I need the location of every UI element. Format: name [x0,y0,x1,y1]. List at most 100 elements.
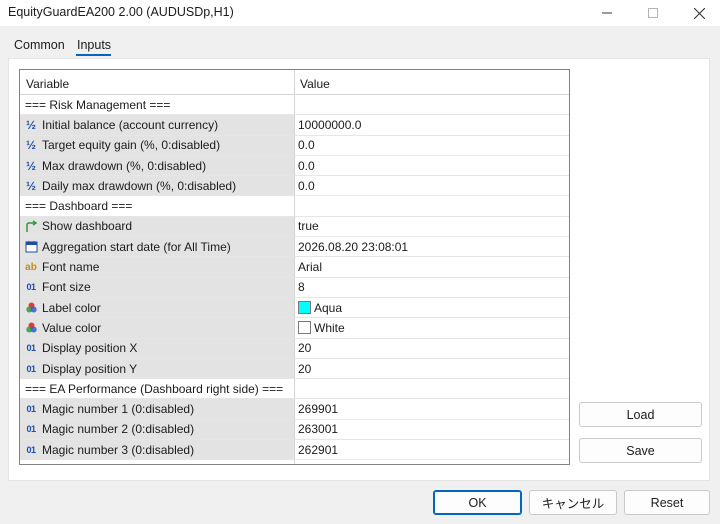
parameter-row[interactable]: ½ Target equity gain (%, 0:disabled) 0.0 [20,135,569,156]
fraction-icon: ½ [25,178,36,193]
value-text: true [298,219,319,234]
parameter-row[interactable]: 01 Display position X 20 [20,338,569,359]
value-cell[interactable]: 262901 [295,440,569,459]
value-text: 10000000.0 [298,117,362,132]
ok-button[interactable]: OK [433,490,522,515]
variable-label: Font name [42,260,100,275]
value-cell[interactable]: true [295,217,569,236]
parameter-row[interactable]: ½ Max drawdown (%, 0:disabled) 0.0 [20,155,569,177]
variable-label: Display position X [42,341,138,356]
variable-cell[interactable]: 01 Font size [20,277,294,297]
variable-label: === EA Performance (Dashboard right side… [25,381,284,396]
parameter-row[interactable]: Aggregation start date (for All Time) 202… [20,237,569,258]
title-bar[interactable]: EquityGuardEA200 2.00 (AUDUSDp,H1) [0,0,720,26]
parameter-row[interactable]: Label color Aqua [20,297,569,319]
parameter-row[interactable]: ½ Initial balance (account currency) 10000… [20,115,569,136]
header-value[interactable]: Value [300,77,330,91]
color-icon [24,301,38,315]
integer-icon: 01 [26,444,36,455]
minimize-button[interactable] [584,0,630,26]
value-text: 2026.08.20 23:08:01 [298,239,409,254]
variable-label: Display position Y [42,361,138,376]
value-cell[interactable]: 0.0 [295,156,569,175]
close-button[interactable] [676,0,720,26]
value-text: 0.0 [298,158,315,173]
value-cell[interactable]: 269901 [295,399,569,418]
variable-label: Max drawdown (%, 0:disabled) [42,158,207,173]
cancel-button[interactable]: キャンセル [529,490,617,515]
variable-cell[interactable]: ab Font name [20,257,294,277]
variable-cell[interactable]: === EA Performance (Dashboard right side… [20,379,294,398]
value-cell[interactable]: White [295,318,569,337]
reset-button[interactable]: Reset [624,490,710,515]
variable-cell[interactable]: Label color [20,297,294,318]
calendar-icon [24,240,38,254]
load-button[interactable]: Load [579,402,702,427]
parameter-row[interactable]: 01 Font size 8 [20,277,569,298]
string-ab-icon: ab [25,261,37,273]
value-text: 0.0 [298,138,315,153]
value-text: 20 [298,361,312,376]
fraction-icon: ½ [25,117,36,132]
color-swatch [298,301,311,315]
window-title: EquityGuardEA200 2.00 (AUDUSDp,H1) [8,5,234,19]
value-text: Arial [298,260,323,275]
fraction-icon: ½ [25,138,36,153]
variable-cell[interactable]: ½ Max drawdown (%, 0:disabled) [20,155,294,176]
value-cell[interactable]: 0.0 [295,176,569,195]
parameter-row[interactable]: Show dashboard true [20,216,569,238]
value-text: 269901 [298,402,339,417]
value-cell[interactable]: 263001 [295,420,569,439]
value-text: 20 [298,341,312,356]
header-variable[interactable]: Variable [26,77,69,91]
variable-cell[interactable]: Show dashboard [20,216,294,237]
variable-label: Label color [42,300,101,315]
save-button[interactable]: Save [579,438,702,463]
parameter-row[interactable]: ab Font name Arial [20,257,569,278]
variable-cell[interactable]: ½ Target equity gain (%, 0:disabled) [20,135,294,155]
close-icon [693,7,705,19]
parameter-row[interactable]: 01 Display position Y 20 [20,358,569,380]
value-text: 263001 [298,422,339,437]
variable-cell[interactable]: === Risk Management === [20,95,294,114]
variable-label: Initial balance (account currency) [42,117,219,132]
parameter-row[interactable]: 01 Magic number 1 (0:disabled) 269901 [20,399,569,420]
variable-label: Target equity gain (%, 0:disabled) [42,138,221,153]
section-row[interactable]: === Risk Management === [20,95,569,116]
value-cell[interactable] [295,196,569,215]
value-cell[interactable]: 20 [295,359,569,378]
value-cell[interactable]: 0.0 [295,136,569,155]
variable-cell[interactable]: Value color [20,318,294,338]
value-cell[interactable]: 8 [295,278,569,297]
integer-icon: 01 [26,424,36,435]
parameter-row[interactable]: Value color White [20,318,569,339]
value-cell[interactable] [295,379,569,398]
variable-cell[interactable]: 01 Magic number 2 (0:disabled) [20,419,294,440]
boolean-arrow-icon [24,219,38,233]
variable-cell[interactable]: Aggregation start date (for All Time) [20,237,294,257]
parameter-row[interactable]: ½ Daily max drawdown (%, 0:disabled) 0.0 [20,176,569,197]
value-cell[interactable]: 2026.08.20 23:08:01 [295,237,569,256]
section-row[interactable]: === Dashboard === [20,196,569,217]
variable-cell[interactable]: 01 Display position Y [20,358,294,379]
value-cell[interactable]: Arial [295,257,569,276]
value-cell[interactable]: 10000000.0 [295,115,569,134]
parameter-row[interactable]: 01 Magic number 2 (0:disabled) 263001 [20,419,569,441]
section-row[interactable]: === EA Performance (Dashboard right side… [20,379,569,400]
value-cell[interactable]: Aqua [295,298,569,317]
value-cell[interactable] [295,95,569,114]
variable-cell[interactable]: ½ Daily max drawdown (%, 0:disabled) [20,176,294,196]
color-swatch [298,321,311,335]
variable-cell[interactable]: === Dashboard === [20,196,294,215]
parameter-row[interactable]: 01 Magic number 3 (0:disabled) 262901 [20,440,569,461]
variable-label: Magic number 1 (0:disabled) [42,402,195,417]
tab-common[interactable]: Common [14,38,65,52]
value-cell[interactable]: 20 [295,339,569,358]
variable-cell[interactable]: 01 Magic number 1 (0:disabled) [20,399,294,419]
grid-rows: === Risk Management === ½ Initial balance … [20,95,569,461]
variable-cell[interactable]: 01 Magic number 3 (0:disabled) [20,440,294,460]
variable-cell[interactable]: 01 Display position X [20,338,294,358]
variable-cell[interactable]: ½ Initial balance (account currency) [20,115,294,135]
tab-inputs[interactable]: Inputs [77,38,111,52]
integer-icon: 01 [26,282,36,293]
